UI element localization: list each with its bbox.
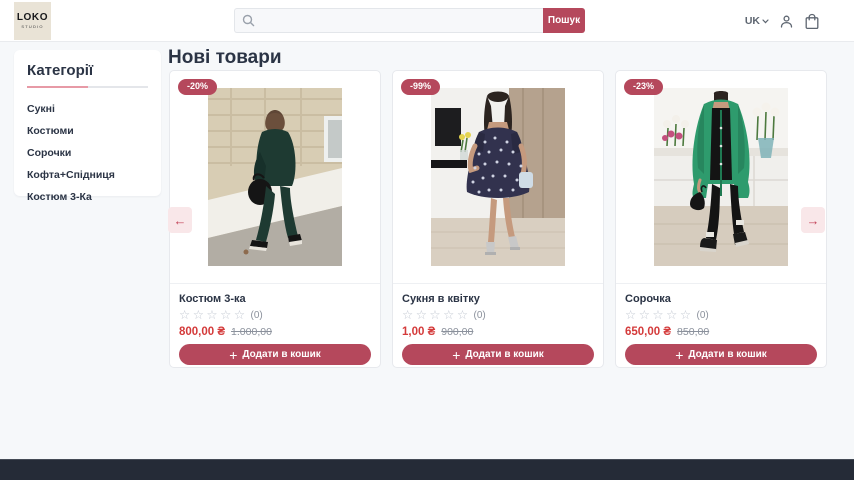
- add-to-cart-label: Додати в кошик: [688, 349, 766, 360]
- star-icons: ☆☆☆☆☆: [402, 309, 471, 322]
- old-price: 1.000,00: [231, 326, 272, 338]
- footer: [0, 459, 854, 480]
- product-card: -23%: [615, 70, 827, 368]
- bag-icon[interactable]: [804, 13, 820, 30]
- product-name[interactable]: Сорочка: [625, 293, 817, 305]
- search-input-wrap: [234, 8, 543, 33]
- header-actions: UK: [745, 0, 820, 42]
- rating-count: (0): [697, 310, 709, 321]
- old-price: 900,00: [441, 326, 473, 338]
- star-icons: ☆☆☆☆☆: [625, 309, 694, 322]
- search-button[interactable]: Пошук: [543, 8, 585, 33]
- category-list: Сукні Костюми Сорочки Кофта+Спідниця Кос…: [27, 98, 148, 208]
- current-price: 800,00 ₴: [179, 326, 225, 338]
- product-image-link[interactable]: -23%: [616, 71, 826, 284]
- plus-icon: +: [229, 348, 237, 362]
- add-to-cart-button[interactable]: + Додати в кошик: [625, 344, 817, 365]
- sidebar-item-suit-3pc[interactable]: Костюм 3-Ка: [27, 186, 148, 208]
- search-icon: [242, 14, 255, 27]
- arrow-left-icon: ←: [174, 213, 187, 228]
- carousel-next-button[interactable]: →: [801, 207, 825, 233]
- user-icon[interactable]: [779, 14, 794, 29]
- categories-title: Категорії: [27, 62, 148, 79]
- sidebar-item-sweater-skirt[interactable]: Кофта+Спідниця: [27, 164, 148, 186]
- product-card: -20%: [169, 70, 381, 368]
- sidebar-item-dresses[interactable]: Сукні: [27, 98, 148, 120]
- rating: ☆☆☆☆☆ (0): [179, 309, 371, 322]
- language-label: UK: [745, 15, 760, 27]
- price-row: 650,00 ₴ 850,00: [625, 326, 817, 338]
- add-to-cart-button[interactable]: + Додати в кошик: [179, 344, 371, 365]
- rating: ☆☆☆☆☆ (0): [625, 309, 817, 322]
- old-price: 850,00: [677, 326, 709, 338]
- discount-badge: -20%: [178, 79, 217, 95]
- current-price: 1,00 ₴: [402, 326, 435, 338]
- add-to-cart-label: Додати в кошик: [242, 349, 320, 360]
- product-photo-green-suit: [208, 88, 342, 266]
- product-name[interactable]: Сукня в квітку: [402, 293, 594, 305]
- rating-count: (0): [251, 310, 263, 321]
- add-to-cart-button[interactable]: + Додати в кошик: [402, 344, 594, 365]
- logo-text: LOKO: [17, 13, 48, 23]
- product-name[interactable]: Костюм 3-ка: [179, 293, 371, 305]
- page-title: Нові товари: [168, 47, 282, 69]
- product-info: Сорочка ☆☆☆☆☆ (0) 650,00 ₴ 850,00 + Дода…: [616, 284, 826, 365]
- rating: ☆☆☆☆☆ (0): [402, 309, 594, 322]
- add-to-cart-label: Додати в кошик: [465, 349, 543, 360]
- product-photo-green-shirt: [654, 88, 788, 266]
- language-selector[interactable]: UK: [745, 15, 769, 27]
- price-row: 800,00 ₴ 1.000,00: [179, 326, 371, 338]
- star-icons: ☆☆☆☆☆: [179, 309, 248, 322]
- sidebar-item-suits[interactable]: Костюми: [27, 120, 148, 142]
- current-price: 650,00 ₴: [625, 326, 671, 338]
- search-bar: Пошук: [234, 8, 585, 33]
- rating-count: (0): [474, 310, 486, 321]
- discount-badge: -23%: [624, 79, 663, 95]
- plus-icon: +: [675, 348, 683, 362]
- product-info: Сукня в квітку ☆☆☆☆☆ (0) 1,00 ₴ 900,00 +…: [393, 284, 603, 365]
- categories-panel: Категорії Сукні Костюми Сорочки Кофта+Сп…: [14, 50, 161, 196]
- product-card: -99%: [392, 70, 604, 368]
- plus-icon: +: [452, 348, 460, 362]
- product-image-link[interactable]: -99%: [393, 71, 603, 284]
- chevron-down-icon: [762, 15, 769, 27]
- product-info: Костюм 3-ка ☆☆☆☆☆ (0) 800,00 ₴ 1.000,00 …: [170, 284, 380, 365]
- logo-subtext: STUDIO: [21, 24, 43, 29]
- sidebar-item-shirts[interactable]: Сорочки: [27, 142, 148, 164]
- product-image-link[interactable]: -20%: [170, 71, 380, 284]
- carousel-prev-button[interactable]: ←: [168, 207, 192, 233]
- discount-badge: -99%: [401, 79, 440, 95]
- product-photo-dotted-dress: [431, 88, 565, 266]
- price-row: 1,00 ₴ 900,00: [402, 326, 594, 338]
- logo[interactable]: LOKO STUDIO: [14, 2, 51, 40]
- categories-divider: [27, 86, 148, 88]
- arrow-right-icon: →: [807, 213, 820, 228]
- search-input[interactable]: [255, 15, 543, 27]
- header: LOKO STUDIO Пошук UK: [0, 0, 854, 42]
